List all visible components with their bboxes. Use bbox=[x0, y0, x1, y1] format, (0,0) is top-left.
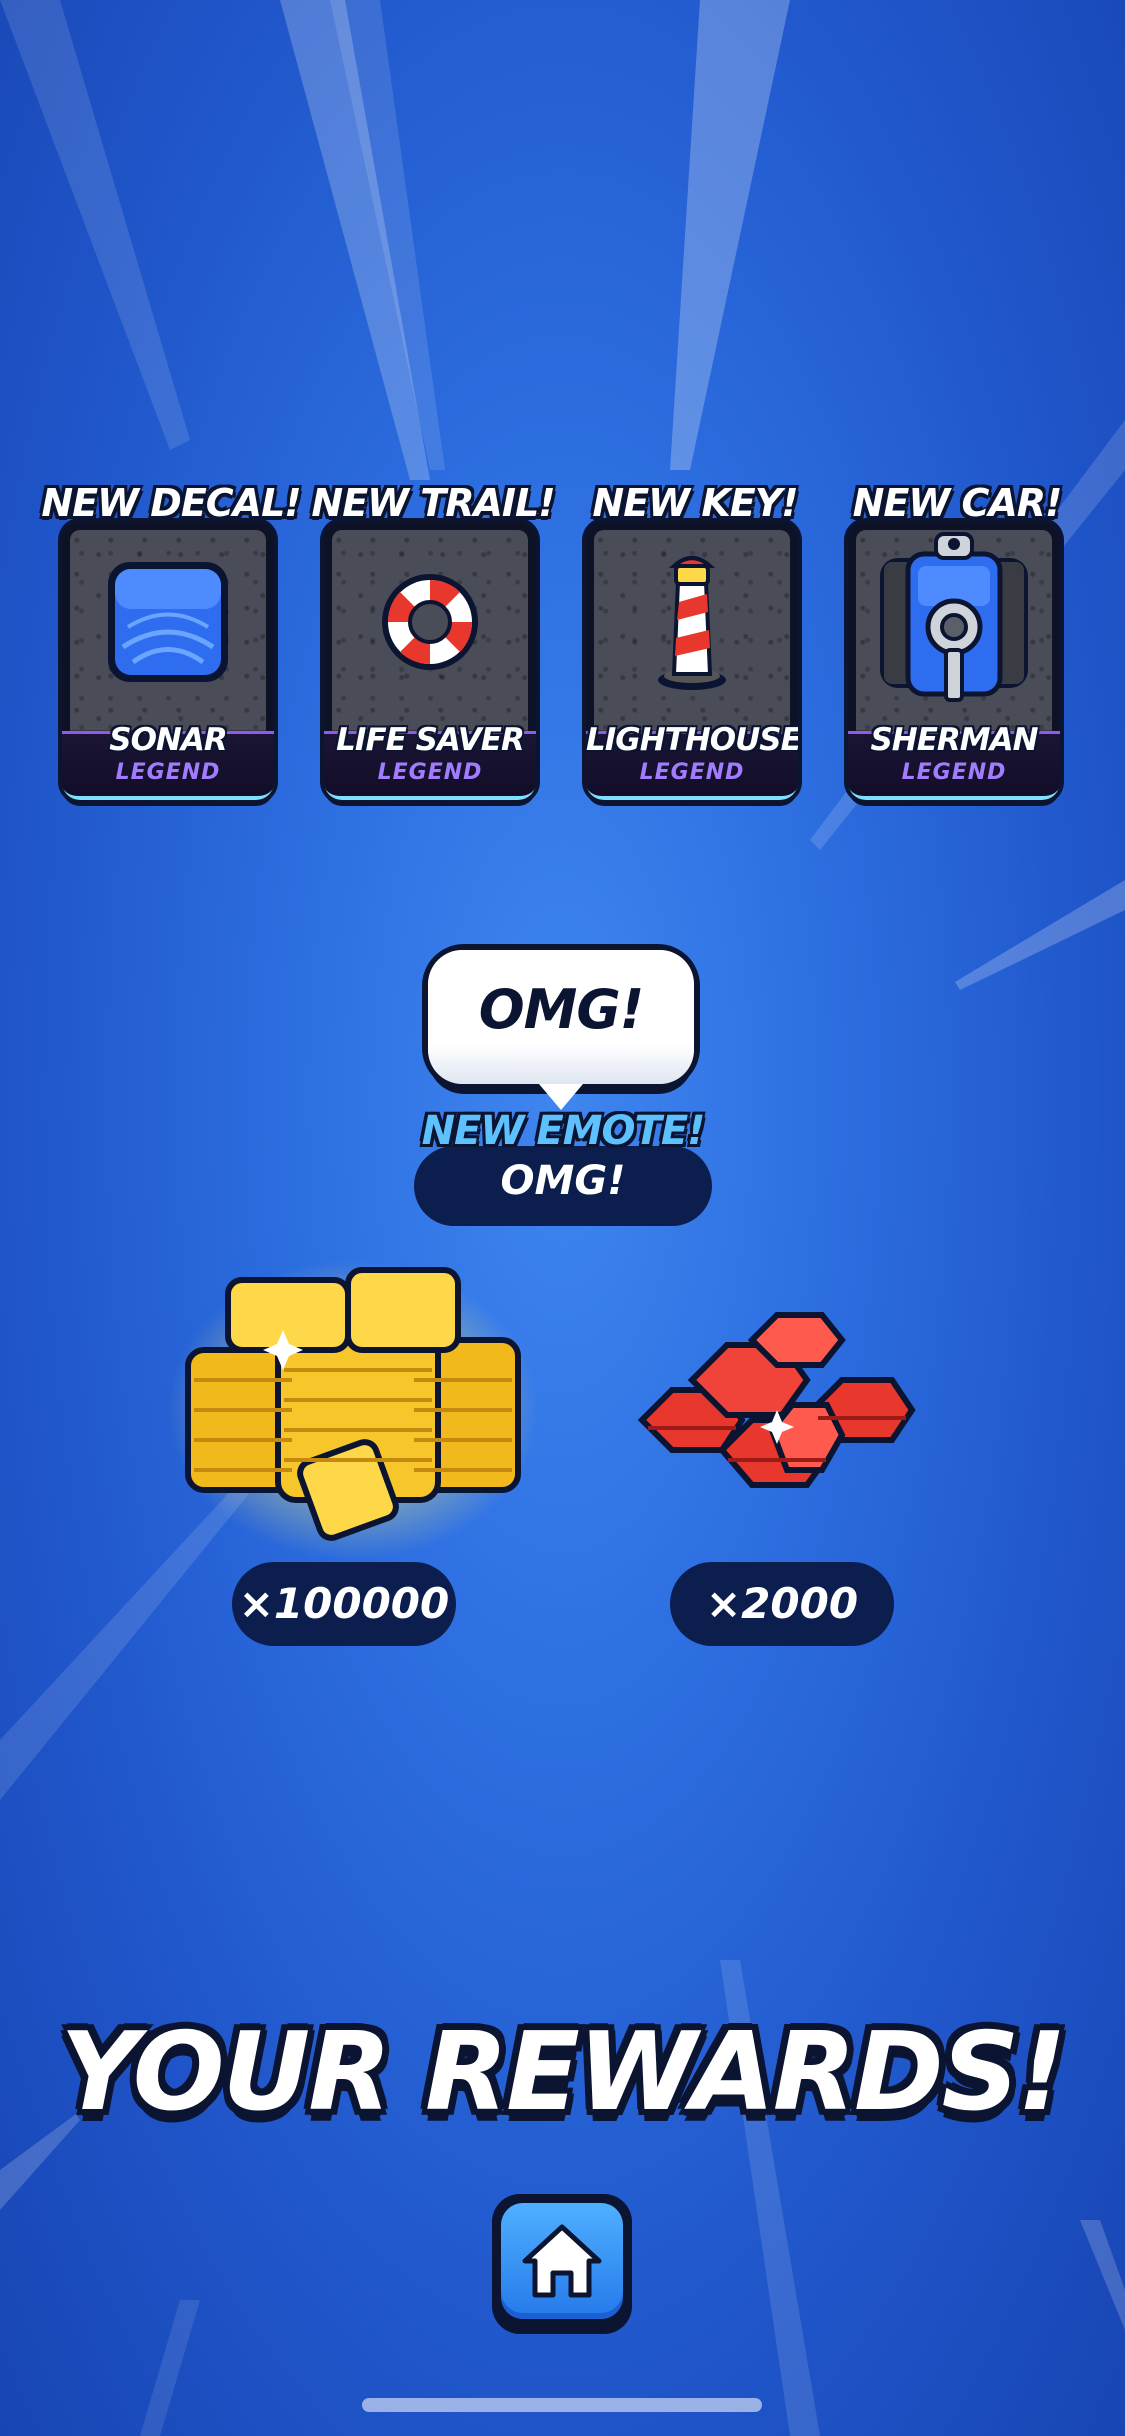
emote-bubble-text: OMG! bbox=[478, 978, 645, 1041]
gems-amount: ×2000 bbox=[670, 1562, 894, 1646]
reward-item-name: LIFE SAVER bbox=[336, 722, 525, 758]
sonar-decal-icon bbox=[108, 562, 228, 682]
reward-rarity-label: LEGEND bbox=[377, 760, 483, 785]
life-saver-icon bbox=[382, 574, 478, 670]
reward-rarity-label: LEGEND bbox=[115, 760, 221, 785]
reward-type-label: NEW KEY! bbox=[592, 481, 798, 525]
sherman-car-icon bbox=[880, 532, 1028, 702]
reward-item-name: LIGHTHOUSE bbox=[586, 722, 798, 758]
reward-card-lighthouse: NEW KEY! LIGHTHOUSE LEGEND bbox=[564, 478, 826, 808]
reward-rarity-label: LEGEND bbox=[901, 760, 1007, 785]
emote-name: OMG! bbox=[500, 1158, 626, 1204]
reward-item-name: SHERMAN bbox=[870, 722, 1038, 758]
reward-cards-row: NEW DECAL! SONAR LEGEND NEW TRAIL! LIFE … bbox=[40, 478, 1090, 808]
coins-amount: ×100000 bbox=[232, 1562, 456, 1646]
home-icon bbox=[522, 2224, 602, 2298]
reward-card-frame: LIGHTHOUSE LEGEND bbox=[586, 522, 798, 800]
emote-type-label: NEW EMOTE! bbox=[421, 1108, 706, 1154]
reward-type-label: NEW DECAL! bbox=[41, 481, 301, 525]
home-button[interactable] bbox=[492, 2194, 632, 2334]
home-indicator-bar[interactable] bbox=[362, 2398, 762, 2412]
reward-card-sherman: NEW CAR! SHERMAN LEGEND bbox=[826, 478, 1088, 808]
gold-coins-pile-icon bbox=[168, 1260, 538, 1560]
reward-rarity-label: LEGEND bbox=[639, 760, 745, 785]
reward-item-name: SONAR bbox=[109, 722, 228, 758]
emote-speech-bubble: OMG! bbox=[428, 950, 694, 1084]
reward-type-label: NEW CAR! bbox=[852, 481, 1063, 525]
reward-card-frame: SHERMAN LEGEND bbox=[848, 522, 1060, 800]
page-title: YOUR REWARDS! bbox=[60, 2010, 1066, 2135]
red-gems-pile-icon bbox=[637, 1312, 916, 1488]
reward-card-frame: LIFE SAVER LEGEND bbox=[324, 522, 536, 800]
reward-type-label: NEW TRAIL! bbox=[311, 481, 555, 525]
reward-card-sonar: NEW DECAL! SONAR LEGEND bbox=[40, 478, 302, 808]
reward-card-frame: SONAR LEGEND bbox=[62, 522, 274, 800]
lighthouse-key-icon bbox=[658, 556, 726, 690]
reward-card-life-saver: NEW TRAIL! LIFE SAVER LEGEND bbox=[302, 478, 564, 808]
